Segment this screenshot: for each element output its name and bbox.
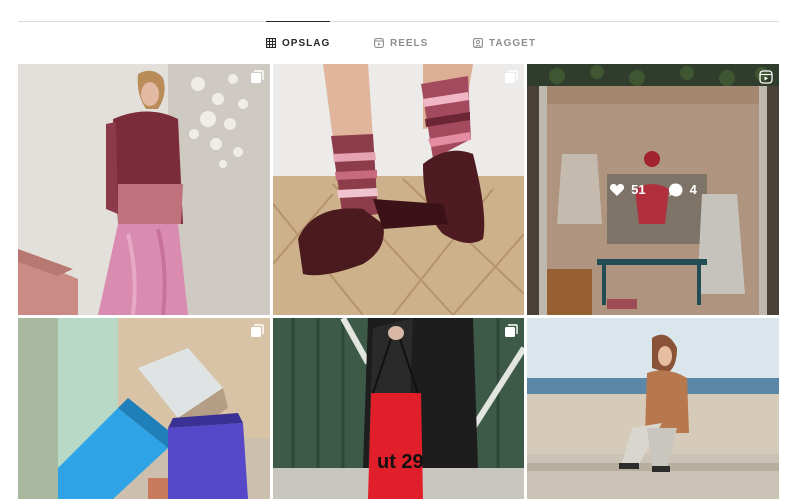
post-photo (18, 318, 270, 499)
likes-count: 51 (631, 182, 646, 197)
comments-count: 4 (689, 182, 697, 197)
reels-icon (374, 38, 384, 48)
tagged-icon (473, 38, 483, 48)
post-tile[interactable] (527, 318, 779, 499)
post-tile-hovered[interactable]: 51 4 (527, 64, 779, 315)
tab-posts[interactable]: OPSLAG (266, 21, 331, 64)
profile-tabs: OPSLAG REELS TAGGET (0, 21, 800, 64)
reel-icon (759, 70, 773, 84)
post-photo (527, 318, 779, 499)
grid-icon (266, 38, 276, 48)
tab-reels[interactable]: REELS (374, 22, 428, 64)
bag-print: ut 29 (377, 451, 424, 473)
tab-tagged[interactable]: TAGGET (473, 22, 536, 64)
post-tile[interactable] (18, 64, 270, 315)
likes-stat: 51 (609, 182, 646, 198)
tab-posts-label: OPSLAG (282, 37, 331, 49)
post-hover-overlay: 51 4 (527, 64, 779, 315)
tab-tagged-label: TAGGET (489, 37, 536, 49)
comments-stat: 4 (668, 182, 697, 198)
post-tile[interactable]: ut 29 (273, 318, 524, 499)
carousel-icon (504, 70, 518, 84)
carousel-icon (504, 324, 518, 338)
heart-icon (609, 182, 625, 198)
carousel-icon (250, 70, 264, 84)
post-photo (273, 64, 524, 315)
post-tile[interactable] (273, 64, 524, 315)
comment-icon (668, 182, 684, 198)
carousel-icon (250, 324, 264, 338)
post-tile[interactable] (18, 318, 270, 499)
post-photo (18, 64, 270, 315)
post-photo: ut 29 (273, 318, 524, 499)
tab-reels-label: REELS (390, 37, 429, 49)
